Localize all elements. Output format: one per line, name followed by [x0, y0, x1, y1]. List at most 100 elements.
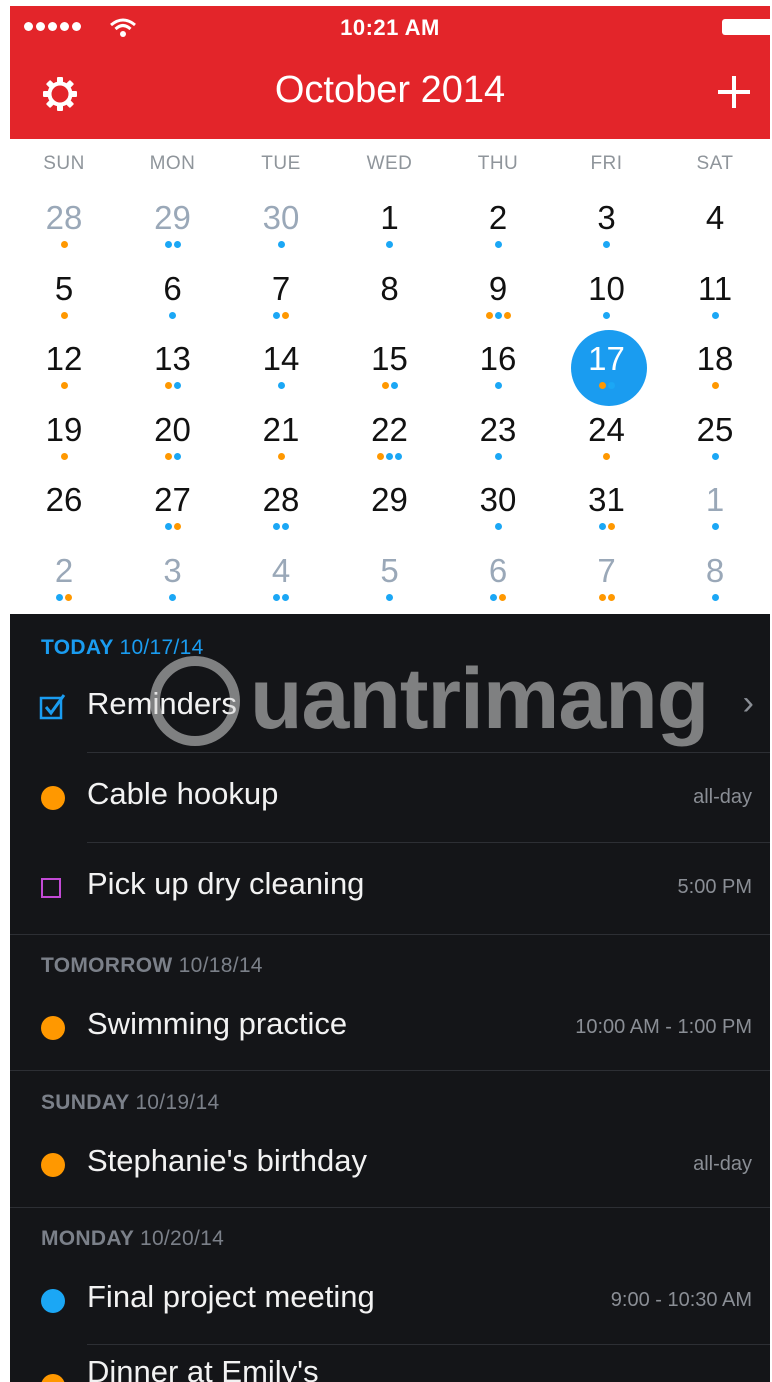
day-cell[interactable]: 12: [10, 337, 118, 407]
day-cell[interactable]: 1: [336, 196, 444, 266]
day-cell[interactable]: 7: [227, 267, 335, 337]
day-cell-today[interactable]: 17: [553, 330, 661, 407]
day-cell[interactable]: 29: [336, 478, 444, 548]
event-dots: [661, 241, 769, 251]
event-dots: [119, 311, 227, 322]
orange-event-dot: [377, 452, 384, 460]
day-number: 31: [588, 481, 625, 518]
day-cell[interactable]: 22: [336, 408, 444, 478]
day-cell[interactable]: 28: [10, 196, 118, 266]
day-cell[interactable]: 6: [119, 267, 227, 337]
day-cell[interactable]: 25: [661, 408, 769, 478]
day-cell[interactable]: 8: [336, 267, 444, 337]
day-number: 4: [271, 551, 291, 589]
blue-event-dot: [386, 241, 393, 248]
blue-event-dot: [711, 523, 719, 530]
day-cell[interactable]: 5: [336, 549, 444, 619]
day-cell[interactable]: 28: [227, 478, 335, 548]
weekday-label: SUN: [43, 153, 85, 174]
day-cell[interactable]: 5: [10, 267, 118, 337]
day-cell[interactable]: 10: [553, 267, 661, 337]
blue-event-dot: [277, 382, 285, 389]
event-dots: [553, 523, 661, 533]
event-row[interactable]: Dinner at Emily's: [10, 1330, 770, 1382]
day-cell[interactable]: 13: [119, 337, 227, 407]
calendar-color-dot: [41, 1289, 65, 1313]
battery-icon: [722, 19, 770, 35]
day-cell[interactable]: 8: [661, 549, 769, 619]
orange-event-dot: [65, 593, 72, 601]
orange-event-dot: [60, 382, 68, 389]
day-cell[interactable]: 6: [444, 549, 552, 619]
weekday-label: WED: [366, 153, 413, 174]
event-dots: [336, 593, 444, 604]
event-row[interactable]: Swimming practice 10:00 AM - 1:00 PM: [10, 982, 770, 1072]
day-cell[interactable]: 27: [119, 478, 227, 548]
day-cell[interactable]: 2: [444, 196, 552, 266]
day-cell[interactable]: 18: [661, 337, 769, 407]
orange-event-dot: [598, 382, 606, 389]
day-number: 12: [45, 340, 83, 377]
month-title[interactable]: October 2014: [10, 69, 770, 112]
event-dots: [119, 523, 227, 533]
day-cell[interactable]: 1: [661, 478, 769, 548]
day-cell[interactable]: 4: [227, 549, 335, 619]
day-number: 18: [696, 340, 734, 377]
event-dots: [553, 241, 661, 251]
day-cell[interactable]: 3: [119, 549, 227, 619]
event-row[interactable]: Cable hookup all-day: [10, 752, 770, 842]
blue-event-dot: [395, 452, 402, 460]
day-cell[interactable]: 14: [227, 337, 335, 407]
day-cell[interactable]: 29: [119, 196, 227, 266]
day-cell[interactable]: 26: [10, 478, 118, 548]
day-cell[interactable]: 15: [336, 337, 444, 407]
day-number: 6: [488, 551, 508, 589]
event-dots: [119, 593, 227, 604]
day-number: 28: [45, 199, 83, 236]
divider: [10, 1070, 770, 1071]
event-row[interactable]: Stephanie's birthday all-day: [10, 1119, 770, 1209]
reminder-checkbox[interactable]: [41, 878, 61, 898]
event-time: all-day: [693, 1153, 752, 1175]
blue-event-dot: [173, 452, 181, 460]
day-cell[interactable]: 3: [553, 196, 661, 266]
event-dots: [227, 523, 335, 533]
reminders-label: Reminders: [87, 686, 237, 721]
plus-icon[interactable]: [716, 74, 752, 110]
day-number: 3: [597, 199, 616, 236]
day-cell[interactable]: 2: [10, 549, 118, 619]
blue-event-dot: [173, 382, 181, 389]
orange-event-dot: [499, 593, 506, 601]
event-dots: [553, 311, 661, 322]
blue-event-dot: [173, 241, 181, 248]
blue-event-dot: [56, 593, 63, 601]
app-screen: 10:21 AM October 2014 SUN MON TUE WED THU FRI: [10, 6, 770, 1382]
day-cell[interactable]: 23: [444, 408, 552, 478]
reminder-row[interactable]: Pick up dry cleaning 5:00 PM: [10, 842, 770, 932]
day-cell[interactable]: 30: [444, 478, 552, 548]
orange-event-dot: [711, 382, 719, 389]
blue-event-dot: [607, 382, 615, 389]
day-cell[interactable]: 11: [661, 267, 769, 337]
day-cell[interactable]: 4: [661, 196, 769, 266]
day-cell[interactable]: 20: [119, 408, 227, 478]
day-cell[interactable]: 9: [444, 267, 552, 337]
day-cell[interactable]: 7: [553, 549, 661, 619]
event-dots: [336, 241, 444, 251]
day-cell[interactable]: 30: [227, 196, 335, 266]
day-cell[interactable]: 24: [553, 408, 661, 478]
day-cell[interactable]: 19: [10, 408, 118, 478]
day-number: 3: [163, 551, 182, 589]
orange-event-dot: [164, 452, 172, 460]
day-cell[interactable]: 31: [553, 478, 661, 548]
blue-event-dot: [494, 241, 502, 248]
day-cell[interactable]: 16: [444, 337, 552, 407]
orange-event-dot: [485, 311, 493, 319]
event-time: 10:00 AM - 1:00 PM: [575, 1016, 752, 1038]
divider: [10, 1207, 770, 1208]
reminders-row[interactable]: Reminders ›: [10, 662, 770, 752]
event-dots: [444, 523, 552, 533]
blue-event-dot: [598, 523, 606, 530]
day-cell[interactable]: 21: [227, 408, 335, 478]
event-dots: [10, 311, 118, 322]
